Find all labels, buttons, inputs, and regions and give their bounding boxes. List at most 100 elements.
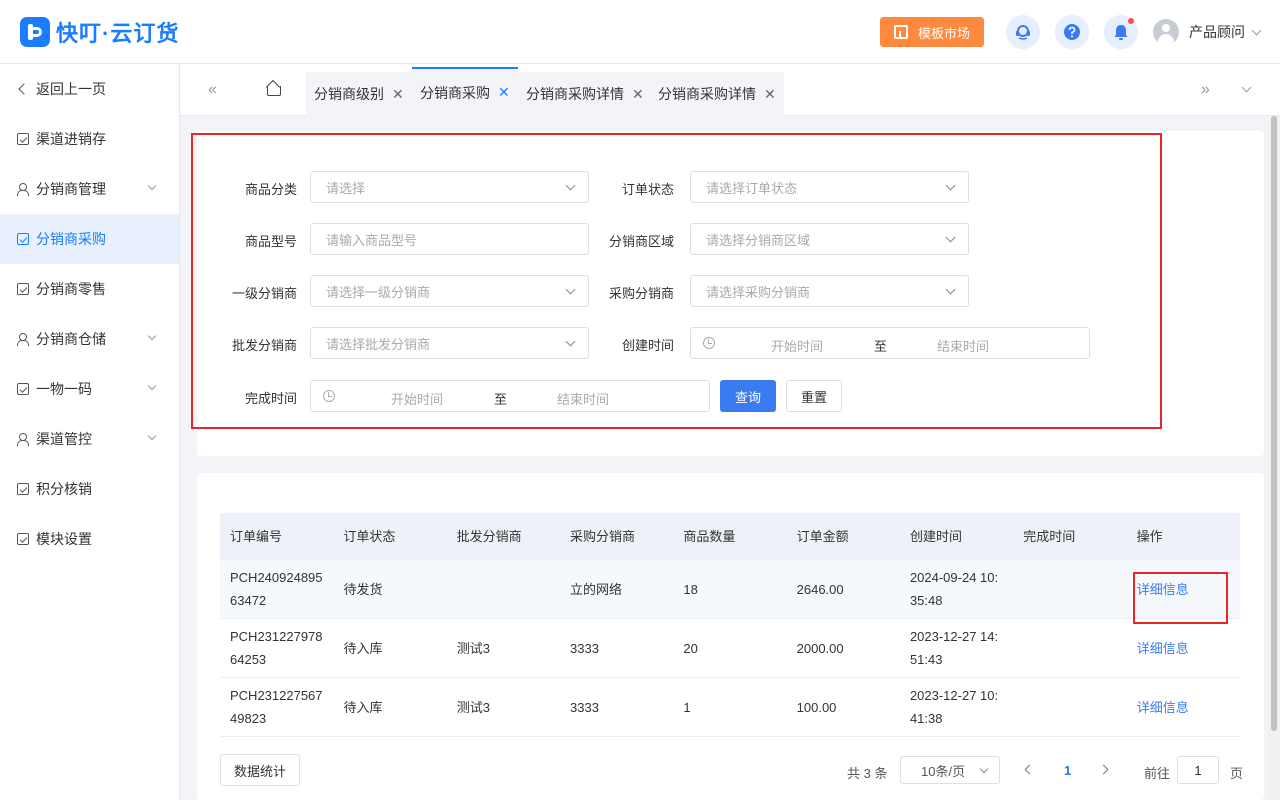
sidebar-item-label: 渠道进销存: [36, 131, 106, 147]
table-row: PCH23122756749823 待入库 测试3 3333 1 100.00 …: [220, 678, 1240, 737]
chevron-down-icon: [147, 331, 157, 341]
home-icon[interactable]: [266, 82, 281, 96]
tab-label: 分销商采购详情: [526, 86, 624, 102]
sidebar-item-distributor-warehouse[interactable]: 分销商仓储: [0, 314, 179, 364]
sidebar-item-channel-control[interactable]: 渠道管控: [0, 414, 179, 464]
sidebar-item-channel-inventory[interactable]: 渠道进销存: [0, 114, 179, 164]
complete-time-label: 完成时间: [244, 391, 297, 406]
tabs-scroll-left-icon[interactable]: «: [208, 64, 217, 116]
checkbox-icon: [17, 533, 29, 545]
help-button[interactable]: [1055, 15, 1089, 49]
next-page-icon[interactable]: [1098, 764, 1109, 775]
wholesale-distributor-label: 批发分销商: [231, 338, 297, 353]
close-icon[interactable]: ✕: [764, 86, 776, 103]
sidebar-item-module-settings[interactable]: 模块设置: [0, 514, 179, 564]
customer-service-button[interactable]: [1006, 15, 1040, 49]
sidebar-item-points-redemption[interactable]: 积分核销: [0, 464, 179, 514]
sidebar-item-label: 分销商仓储: [36, 331, 106, 347]
page-scrollbar[interactable]: [1268, 116, 1280, 800]
select-placeholder: 请选择: [326, 180, 366, 196]
create-time-start[interactable]: 开始时间: [771, 336, 823, 355]
complete-time-end[interactable]: 结束时间: [557, 389, 609, 408]
goto-page-input[interactable]: 1: [1177, 756, 1219, 784]
page-size-value: 10条/页: [921, 763, 966, 779]
sidebar-item-distributor-purchase[interactable]: 分销商采购: [0, 214, 179, 264]
total-count: 共 3 条: [847, 766, 888, 781]
reset-button[interactable]: 重置: [786, 380, 842, 412]
create-time-end[interactable]: 结束时间: [937, 336, 989, 355]
back-button[interactable]: 返回上一页: [0, 64, 179, 114]
tab-bar: « 分销商级别 ✕ 分销商采购 ✕ 分销商采购详情 ✕ 分销商采购详情 ✕ »: [180, 64, 1280, 116]
detail-link[interactable]: 详细信息: [1127, 637, 1240, 660]
qty-cell: 18: [683, 581, 698, 597]
close-icon[interactable]: ✕: [632, 86, 644, 103]
current-page[interactable]: 1: [1064, 763, 1071, 778]
sidebar-item-one-item-one-code[interactable]: 一物一码: [0, 364, 179, 414]
tabs-scroll-right-icon[interactable]: »: [1201, 64, 1210, 116]
scrollbar-thumb[interactable]: [1271, 116, 1277, 731]
user-avatar[interactable]: [1153, 19, 1179, 45]
complete-time-separator: 至: [494, 392, 508, 407]
purchase-distributor-select[interactable]: 请选择采购分销商: [690, 275, 969, 307]
back-label: 返回上一页: [36, 81, 106, 97]
amount-cell: 2646.00: [796, 581, 844, 597]
order-table-panel: 订单编号 订单状态 批发分销商 采购分销商 商品数量 订单金额 创建时间 完成时…: [197, 473, 1264, 800]
level1-distributor-select[interactable]: 请选择一级分销商: [310, 275, 589, 307]
order-status-select[interactable]: 请选择订单状态: [690, 171, 969, 203]
chevron-down-icon[interactable]: [1251, 25, 1262, 35]
created-cell: 2023-12-27 10:41:38: [909, 688, 999, 726]
select-placeholder: 请选择订单状态: [706, 180, 798, 196]
chevron-down-icon: [147, 181, 157, 191]
bell-icon: [1114, 25, 1128, 40]
column-header: 批发分销商: [456, 529, 522, 544]
sidebar-item-label: 积分核销: [36, 481, 92, 497]
page-size-select[interactable]: 10条/页: [900, 756, 1000, 784]
sidebar-item-distributor-retail[interactable]: 分销商零售: [0, 264, 179, 314]
checkbox-icon: [17, 133, 29, 145]
input-placeholder: 请输入商品型号: [326, 232, 418, 248]
template-market-button[interactable]: 模板市场: [879, 17, 984, 47]
purchase-cell: 立的网络: [570, 581, 623, 597]
top-header: 快叮·云订货 模板市场 产品顾问: [0, 0, 1280, 64]
product-model-input[interactable]: 请输入商品型号: [310, 223, 589, 255]
order-no-cell: PCH24092489563472: [230, 570, 323, 608]
tab-distributor-purchase[interactable]: 分销商采购 ✕: [412, 67, 518, 116]
user-name[interactable]: 产品顾问: [1189, 22, 1245, 42]
app-logo[interactable]: 快叮·云订货: [20, 16, 179, 48]
purchase-distributor-label: 采购分销商: [608, 286, 674, 301]
sidebar-item-label: 分销商零售: [36, 281, 106, 297]
filter-panel: 商品分类 请选择 订单状态 请选择订单状态 商品型号 请输入商品型号 分销商区域…: [191, 131, 1264, 456]
tab-distributor-purchase-detail[interactable]: 分销商采购详情 ✕: [518, 72, 652, 116]
tab-distributor-purchase-detail-2[interactable]: 分销商采购详情 ✕: [650, 72, 784, 116]
sidebar-item-label: 模块设置: [36, 531, 92, 547]
tab-distributor-level[interactable]: 分销商级别 ✕: [306, 72, 412, 116]
prev-page-icon[interactable]: [1024, 764, 1035, 775]
notification-button[interactable]: [1104, 15, 1138, 49]
detail-link[interactable]: 详细信息: [1127, 696, 1240, 719]
create-time-range[interactable]: 开始时间 至 结束时间: [690, 327, 1090, 359]
tab-label: 分销商采购详情: [658, 86, 756, 102]
data-statistics-button[interactable]: 数据统计: [220, 754, 300, 786]
distributor-region-select[interactable]: 请选择分销商区域: [690, 223, 969, 255]
table-row: PCH24092489563472 待发货 立的网络 18 2646.00 20…: [220, 560, 1240, 619]
sidebar-item-label: 一物一码: [36, 381, 92, 397]
complete-time-start[interactable]: 开始时间: [391, 389, 443, 408]
order-no-cell: PCH23122797864253: [230, 629, 323, 667]
product-category-select[interactable]: 请选择: [310, 171, 589, 203]
column-header: 订单状态: [343, 529, 396, 544]
chevron-down-icon: [945, 284, 956, 295]
query-button[interactable]: 查询: [720, 380, 776, 412]
wholesale-distributor-select[interactable]: 请选择批发分销商: [310, 327, 589, 359]
chevron-down-icon[interactable]: [1241, 82, 1252, 93]
close-icon[interactable]: ✕: [498, 84, 510, 101]
user-icon: [17, 333, 29, 346]
clock-icon: [703, 337, 715, 349]
sidebar-item-distributor-management[interactable]: 分销商管理: [0, 164, 179, 214]
status-cell: 待发货: [343, 581, 383, 597]
table-header: 订单编号 订单状态 批发分销商 采购分销商 商品数量 订单金额 创建时间 完成时…: [220, 513, 1240, 560]
goto-suffix: 页: [1230, 766, 1244, 781]
checkbox-icon: [17, 283, 29, 295]
column-header: 订单编号: [230, 529, 283, 544]
complete-time-range[interactable]: 开始时间 至 结束时间: [310, 380, 710, 412]
close-icon[interactable]: ✕: [392, 86, 404, 103]
